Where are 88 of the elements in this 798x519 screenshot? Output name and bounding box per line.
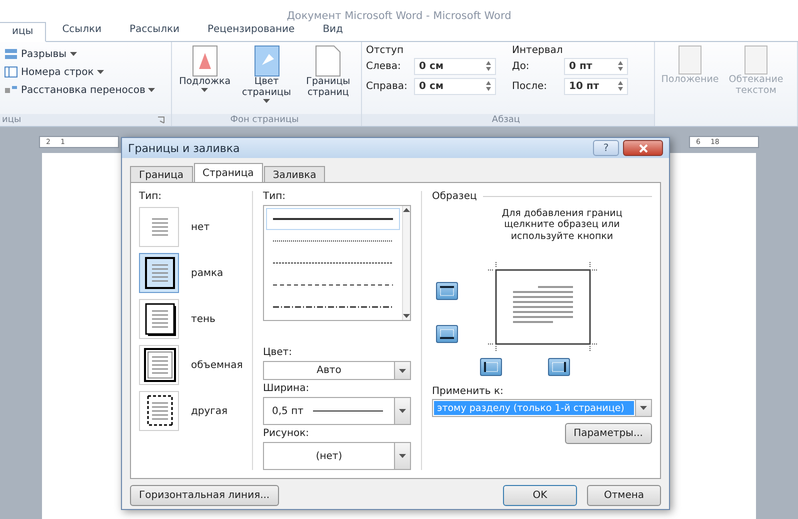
- setting-option[interactable]: рамка: [139, 252, 252, 294]
- art-select[interactable]: (нет): [263, 442, 411, 470]
- page-icon: [744, 45, 768, 75]
- horizontal-line-button[interactable]: Горизонтальная линия...: [130, 485, 279, 506]
- apply-to-label: Применить к:: [432, 386, 504, 398]
- preview-hint: Для добавления границ щелкните образец или используйте кнопки: [500, 208, 624, 242]
- dropdown-caret-icon: [148, 88, 156, 92]
- dropdown-caret-icon: [399, 368, 406, 373]
- setting-option[interactable]: другая: [139, 390, 252, 432]
- ribbon-button[interactable]: Границы страниц: [299, 45, 358, 111]
- window-title: Документ Microsoft Word - Microsoft Word: [286, 10, 512, 22]
- page-borders-icon: [315, 45, 342, 77]
- page-break-icon: [4, 48, 18, 60]
- color-select[interactable]: Авто: [263, 361, 411, 380]
- right-indent-label: Справа:: [366, 80, 408, 92]
- dropdown-caret-icon: [96, 70, 104, 74]
- scrollbar[interactable]: [402, 206, 410, 320]
- dropdown-caret-icon: [640, 406, 647, 410]
- group-label: ицы: [2, 115, 22, 125]
- hyphenation-icon: [4, 84, 18, 96]
- dialog-launcher-icon[interactable]: [157, 116, 165, 124]
- left-indent-label: Слева:: [366, 60, 402, 72]
- ribbon-menu-item[interactable]: Номера строк: [4, 63, 156, 81]
- help-button[interactable]: ?: [593, 140, 619, 156]
- spacing-label: Интервал: [512, 45, 564, 56]
- line-numbers-icon: [4, 66, 18, 78]
- right-indent-field[interactable]: 0 см: [414, 78, 496, 94]
- setting-option[interactable]: тень: [139, 298, 252, 340]
- group-label: Абзац: [492, 115, 520, 125]
- ribbon-tab[interactable]: ицы: [0, 22, 46, 42]
- group-label: Фон страницы: [230, 115, 299, 125]
- dropdown-caret-icon: [201, 88, 208, 92]
- dropdown-caret-icon: [399, 409, 406, 414]
- ribbon-menu-item[interactable]: Расстановка переносов: [4, 81, 156, 99]
- spinner-arrows-icon[interactable]: [618, 81, 623, 91]
- line-style-list[interactable]: [263, 205, 411, 322]
- left-indent-field[interactable]: 0 см: [414, 58, 496, 74]
- spacing-after-label: После:: [512, 80, 548, 92]
- ribbon-tab[interactable]: Вид: [310, 21, 355, 41]
- spacing-before-label: До:: [512, 60, 530, 72]
- left-border-button[interactable]: [480, 358, 502, 376]
- width-select[interactable]: 0,5 пт: [263, 397, 411, 426]
- ribbon-menu-item[interactable]: Разрывы: [4, 45, 156, 63]
- left-border-icon: [484, 362, 498, 372]
- style-label: Тип:: [263, 191, 287, 202]
- art-label: Рисунок:: [263, 428, 310, 440]
- ribbon-tab[interactable]: Ссылки: [50, 21, 114, 41]
- line-sample: [313, 410, 384, 412]
- color-label: Цвет:: [263, 347, 294, 358]
- bottom-border-button[interactable]: [436, 325, 458, 344]
- scroll-down-icon[interactable]: [403, 314, 410, 318]
- options-button[interactable]: Параметры...: [564, 423, 652, 444]
- ribbon-tab[interactable]: Рассылки: [118, 21, 192, 41]
- right-border-button[interactable]: [548, 358, 570, 376]
- scroll-up-icon[interactable]: [403, 208, 410, 212]
- ribbon-button[interactable]: Подложка: [176, 45, 234, 111]
- page-color-icon: [254, 45, 280, 77]
- top-border-icon: [440, 286, 454, 296]
- dialog-tab[interactable]: Граница: [130, 166, 193, 183]
- setting-option[interactable]: нет: [139, 206, 252, 248]
- dropdown-caret-icon: [70, 52, 77, 56]
- dialog-title: Границы и заливка: [128, 142, 240, 154]
- spacing-before-field[interactable]: 0 пт: [564, 58, 628, 74]
- ribbon-button[interactable]: Цвет страницы: [238, 45, 296, 111]
- close-icon: [638, 144, 648, 152]
- top-border-button[interactable]: [436, 282, 458, 300]
- spinner-arrows-icon[interactable]: [486, 61, 491, 71]
- preview-label: Образец: [432, 191, 477, 202]
- bottom-border-icon: [440, 329, 454, 340]
- page-preview-drawing[interactable]: [488, 262, 598, 352]
- right-border-icon: [552, 362, 566, 372]
- dialog-tab[interactable]: Страница: [194, 163, 263, 183]
- close-button[interactable]: [623, 140, 663, 156]
- dropdown-caret-icon: [399, 454, 406, 458]
- dialog-tab[interactable]: Заливка: [264, 166, 326, 183]
- page-icon: [678, 45, 702, 75]
- spinner-arrows-icon[interactable]: [618, 61, 623, 71]
- setting-option[interactable]: объемная: [139, 344, 252, 386]
- ok-button[interactable]: OK: [503, 484, 577, 506]
- cancel-button[interactable]: Отмена: [587, 484, 661, 506]
- width-label: Ширина:: [263, 383, 310, 394]
- indent-label: Отступ: [366, 45, 404, 56]
- watermark-icon: [192, 45, 218, 77]
- spacing-after-field[interactable]: 10 пт: [564, 78, 628, 94]
- setting-label: Тип:: [139, 191, 163, 202]
- spinner-arrows-icon[interactable]: [486, 81, 491, 91]
- dropdown-caret-icon: [263, 98, 270, 103]
- ribbon-tab[interactable]: Рецензирование: [196, 21, 307, 41]
